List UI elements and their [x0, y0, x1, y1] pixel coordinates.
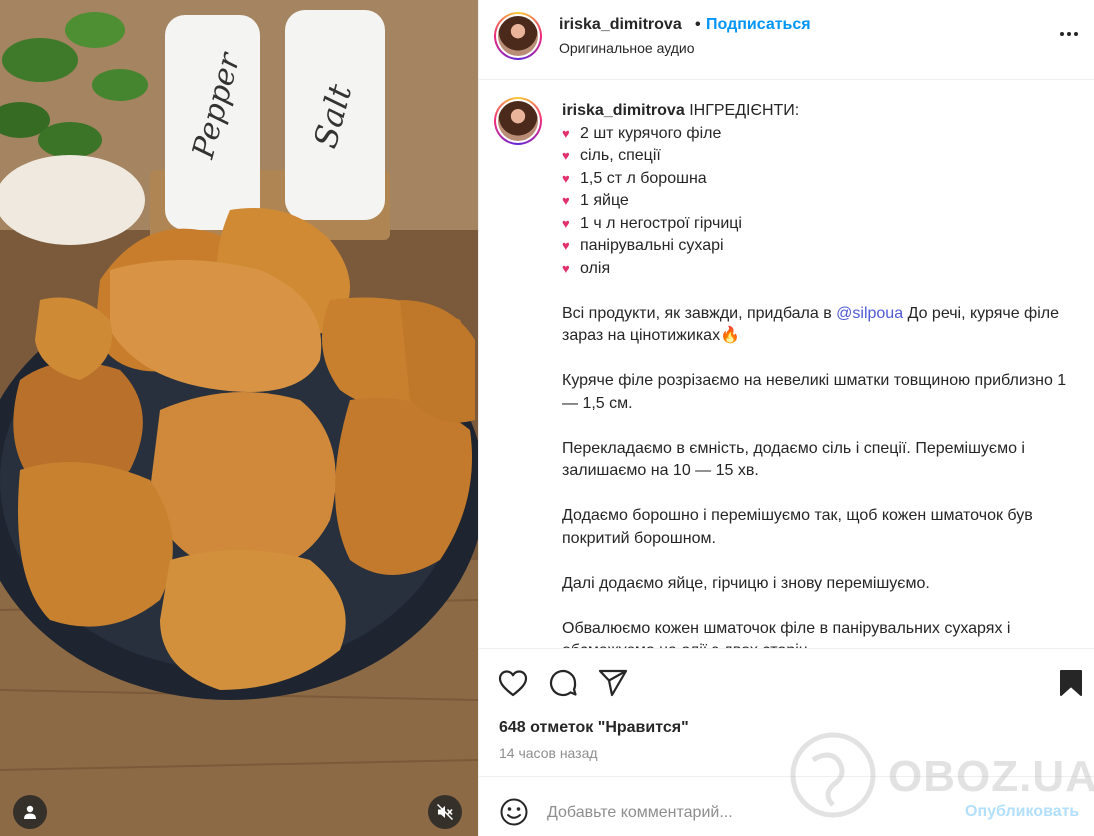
food-photo: Pepper Salt	[0, 0, 478, 836]
list-item: ♥ панірувальні сухарі	[562, 235, 1072, 258]
heart-bullet-icon: ♥	[562, 238, 570, 253]
like-count[interactable]: 648 отметок "Нравится"	[499, 719, 689, 737]
author-username[interactable]: iriska_dimitrova	[559, 16, 682, 34]
caption-paragraph: Обвалюємо кожен шматочок філе в панірува…	[562, 619, 1011, 649]
heart-bullet-icon: ♥	[562, 193, 570, 208]
caption-paragraph: Куряче філе розрізаємо на невеликі шматк…	[562, 372, 1067, 412]
author-avatar[interactable]	[494, 12, 542, 60]
post-details-panel: iriska_dimitrova • Подписаться Оригиналь…	[478, 0, 1094, 836]
globe-logo-icon	[790, 732, 876, 818]
watermark: OBOZ.UA	[788, 730, 1094, 820]
list-item: ♥ 1 яйце	[562, 190, 1072, 213]
list-item: ♥ 1,5 ст л борошна	[562, 168, 1072, 191]
audio-toggle-button[interactable]	[428, 795, 462, 829]
follow-button[interactable]: Подписаться	[706, 16, 811, 34]
post-media[interactable]: Pepper Salt	[0, 0, 478, 836]
list-item: ♥ 1 ч л негострої гірчиці	[562, 213, 1072, 236]
heart-bullet-icon: ♥	[562, 170, 570, 186]
caption-paragraph: Додаємо борошно і перемішуємо так, щоб к…	[562, 507, 1033, 547]
list-item: ♥ 2 шт курячого філе	[562, 123, 1072, 146]
ingredient-list: ♥ 2 шт курячого філе ♥ сіль, спеції ♥ 1,5 с…	[562, 123, 1072, 281]
audio-label[interactable]: Оригинальное аудио	[559, 40, 695, 56]
share-icon[interactable]	[597, 667, 629, 699]
heart-bullet-icon: ♥	[562, 148, 570, 163]
heart-bullet-icon: ♥	[562, 125, 570, 141]
heart-bullet-icon: ♥	[562, 215, 570, 231]
separator-dot: •	[695, 16, 701, 33]
post-timestamp[interactable]: 14 часов назад	[499, 745, 598, 761]
caption-paragraph: Всі продукти, як завжди, придбала в @sil…	[562, 304, 1059, 345]
save-bookmark-icon[interactable]	[1055, 667, 1087, 699]
caption-paragraph: Перекладаємо в ємність, додаємо сіль і с…	[562, 439, 1025, 480]
mention-link[interactable]: @silpoua	[836, 305, 903, 322]
list-item: ♥ олія	[562, 258, 1072, 281]
caption-author-avatar[interactable]	[494, 97, 542, 145]
caption-paragraph: Далі додаємо яйце, гірчицю і знову перем…	[562, 574, 930, 592]
emoji-picker-icon[interactable]	[499, 797, 529, 827]
caption-username[interactable]: iriska_dimitrova	[562, 102, 685, 119]
more-options-icon[interactable]	[1055, 22, 1083, 46]
user-icon	[24, 805, 36, 819]
caption-text: iriska_dimitrova ІНГРЕДІЄНТИ: ♥ 2 шт куря…	[562, 100, 1072, 648]
fire-emoji-icon: 🔥	[720, 327, 740, 344]
heart-bullet-icon: ♥	[562, 260, 570, 276]
comment-icon[interactable]	[547, 667, 579, 699]
muted-speaker-icon	[437, 804, 453, 820]
like-icon[interactable]	[497, 667, 529, 699]
tagged-users-button[interactable]	[13, 795, 47, 829]
caption-section: iriska_dimitrova ІНГРЕДІЄНТИ: ♥ 2 шт куря…	[479, 81, 1094, 648]
watermark-text: OBOZ.UA	[888, 752, 1094, 801]
caption-heading: ІНГРЕДІЄНТИ:	[689, 102, 800, 119]
post-header: iriska_dimitrova • Подписаться Оригиналь…	[479, 0, 1094, 80]
list-item: ♥ сіль, спеції	[562, 145, 1072, 168]
